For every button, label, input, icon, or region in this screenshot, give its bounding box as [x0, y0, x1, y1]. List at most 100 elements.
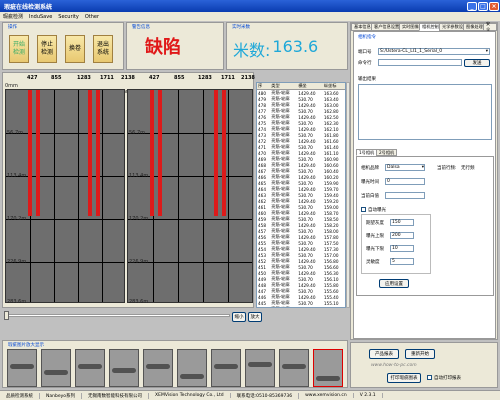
- ruler-label: 2138: [121, 75, 135, 81]
- y-label: 170.2m: [7, 216, 27, 222]
- start-detect-button[interactable]: 开始 检测: [9, 35, 29, 63]
- report-panel: 产品报表 重新开始 打印瑕疵图表 自动打印报表 www.how-to-pc.co…: [350, 342, 498, 388]
- menu-item[interactable]: Other: [85, 14, 99, 20]
- lower-label: 曝光下限: [366, 247, 384, 252]
- defect-mark: [150, 90, 154, 216]
- y-label: 283.6m: [129, 299, 149, 305]
- defect-thumbnail[interactable]: [75, 349, 105, 387]
- camera1-settings: 相机品牌 Dalsa ▾ 当前行频: 无行频 曝光时间 0 当前白值 自动曝光 期…: [356, 156, 494, 296]
- lower-input[interactable]: 10: [390, 245, 414, 252]
- alarm-title: 警告信息: [131, 24, 151, 30]
- y-label: 56.7m: [129, 130, 146, 136]
- operate-panel: 操作 开始 检测 停止 检测 换卷 退出 系统: [2, 22, 124, 70]
- brand-value: Dalsa: [387, 165, 400, 170]
- defect-table[interactable]: 序 类型 横坐 纵坐标 480 亮筋-轮廓 1429.40 163.60 479 亮筋-轮…: [256, 82, 346, 308]
- step-label: 灵敏度: [366, 260, 380, 265]
- output-label: 输出结果: [358, 77, 376, 82]
- operate-title: 操作: [7, 24, 18, 30]
- defect-thumbnail[interactable]: [279, 349, 309, 387]
- step-value: 5: [392, 259, 395, 264]
- close-icon[interactable]: ×: [489, 1, 499, 11]
- position-slider[interactable]: [4, 314, 230, 317]
- target-label: 期望灰度: [366, 221, 384, 226]
- menu-item[interactable]: 瑕疵检测: [3, 13, 23, 20]
- minimize-icon[interactable]: _: [467, 1, 477, 11]
- camera2-defect-plot[interactable]: [127, 89, 253, 303]
- apply-settings-button[interactable]: 应用设置: [379, 279, 409, 288]
- defect-thumbnail[interactable]: [211, 349, 241, 387]
- defect-thumbnail[interactable]: [143, 349, 173, 387]
- defect-thumbnail-selected[interactable]: [313, 349, 343, 387]
- defect-thumbnail[interactable]: [41, 349, 71, 387]
- change-roll-button[interactable]: 换卷: [65, 35, 85, 63]
- tab-camera1[interactable]: 1号相机: [356, 149, 378, 156]
- defect-mark: [28, 90, 32, 216]
- send-button[interactable]: 发送: [464, 59, 490, 67]
- ruler-label: 855: [51, 75, 62, 81]
- camera-cmd-title: 相机指令: [357, 34, 377, 40]
- print-chart-label: 打印瑕疵图表: [390, 376, 418, 381]
- menu-item[interactable]: InduSave: [29, 14, 52, 20]
- ruler-label: 1711: [100, 75, 114, 81]
- status-bar: 品质检测系统 Nanbeyo系列 无锡南数智能科技有限公司 XEMVision …: [0, 390, 500, 400]
- menu-bar: 瑕疵检测 InduSave Security Other: [0, 12, 500, 21]
- auto-exposure-group: 期望灰度 150 曝光上限 200 曝光下限 10 灵敏度 5: [361, 214, 431, 274]
- y-label: 113.4m: [129, 173, 149, 179]
- stop-detect-button[interactable]: 停止 检测: [37, 35, 57, 63]
- defect-thumbnail[interactable]: [7, 349, 37, 387]
- tab-customer[interactable]: 客户信息设置: [371, 23, 403, 31]
- exit-system-button[interactable]: 退出 系统: [93, 35, 113, 63]
- tab-camera2[interactable]: 2号相机: [376, 149, 398, 156]
- product-report-button[interactable]: 产品报表: [369, 349, 399, 359]
- ruler-label: 1283: [77, 75, 91, 81]
- maximize-icon[interactable]: □: [478, 1, 488, 11]
- menu-item[interactable]: Security: [58, 14, 79, 20]
- send-label: 发送: [472, 61, 482, 66]
- status-item: XEMVision Technology Co., Ltd: [149, 393, 231, 398]
- slider-thumb[interactable]: [4, 311, 9, 320]
- auto-print-checkbox[interactable]: [427, 375, 432, 380]
- y-label: 226.9m: [7, 259, 27, 265]
- window-title: 瑕疵在线检测系统: [4, 3, 53, 11]
- status-item: 联系电话:0510-85369736: [231, 392, 300, 399]
- status-item: V 2.3.1: [354, 393, 383, 398]
- white-value-input[interactable]: [385, 192, 425, 199]
- ruler-label: 1283: [198, 75, 212, 81]
- table-cell: 444: [257, 306, 270, 308]
- command-input[interactable]: [378, 59, 462, 66]
- zoom-in-label: 放大: [250, 315, 260, 320]
- step-input[interactable]: 5: [390, 258, 414, 265]
- cmd-label: 命令行: [358, 61, 372, 66]
- output-box[interactable]: [358, 84, 492, 140]
- zoom-in-button[interactable]: 放大: [248, 312, 262, 322]
- defect-mark: [36, 90, 40, 216]
- tab-security[interactable]: 安全: [483, 21, 497, 32]
- camera1-defect-plot[interactable]: [5, 89, 125, 303]
- defect-mark: [222, 90, 226, 216]
- brand-select[interactable]: Dalsa ▾: [385, 164, 425, 171]
- port-label: 端口号: [358, 50, 372, 55]
- brand-label: 相机品牌: [361, 166, 379, 171]
- auto-exposure-label: 自动曝光: [368, 208, 386, 213]
- settings-panel: 基本信息 客户信息设置 实时图像 相机控制 光学参数设置 图像处理 安全 相机指…: [350, 21, 498, 340]
- table-cell: 1429.40: [297, 306, 323, 308]
- exposure-input[interactable]: 0: [385, 178, 425, 185]
- table-row[interactable]: 444亮筋-轮廓1429.40154.90: [257, 306, 345, 308]
- print-defect-chart-button[interactable]: 打印瑕疵图表: [387, 373, 421, 383]
- line-rate-value: 无行频: [461, 166, 475, 171]
- port-select[interactable]: S:/Ustera-CL_LI1_1_Serial_0 ▾: [378, 48, 490, 55]
- meter-readout: 米数: 163.6: [233, 37, 318, 61]
- defect-thumbnail[interactable]: [109, 349, 139, 387]
- restart-button[interactable]: 重新开始: [405, 349, 435, 359]
- y-label: 56.7m: [7, 130, 24, 136]
- status-item: Nanbeyo系列: [40, 392, 83, 399]
- target-input[interactable]: 150: [390, 219, 414, 226]
- defect-mark: [214, 90, 218, 216]
- meter-label: 米数:: [233, 41, 271, 60]
- defect-thumbnail[interactable]: [245, 349, 275, 387]
- auto-exposure-checkbox[interactable]: [361, 207, 366, 212]
- alarm-text: 缺陷: [145, 37, 181, 58]
- upper-input[interactable]: 200: [390, 232, 414, 239]
- defect-thumbnail[interactable]: [177, 349, 207, 387]
- zoom-out-button[interactable]: 缩小: [232, 312, 246, 322]
